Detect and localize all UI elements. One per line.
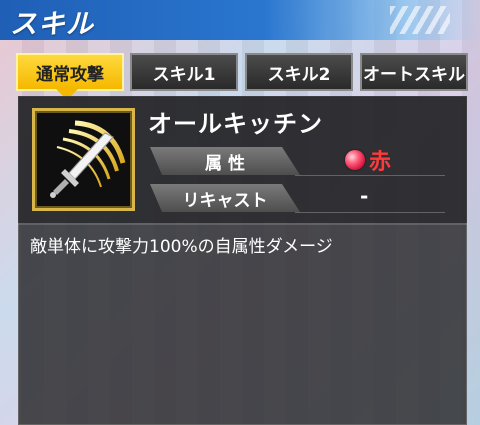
tab-label: オートスキル — [363, 64, 465, 85]
recast-label-text: リキャスト — [182, 190, 268, 211]
attribute-value-text: 赤 — [369, 150, 392, 175]
divider — [18, 223, 467, 225]
tab-auto-skill[interactable]: オートスキル — [360, 53, 468, 91]
attribute-label-text: 属 性 — [205, 153, 245, 174]
tab-label: スキル1 — [152, 64, 216, 85]
recast-value: - — [360, 184, 369, 208]
recast-label: リキャスト — [150, 184, 300, 212]
page-title: スキル — [10, 9, 94, 40]
header-decoration — [390, 6, 450, 34]
tab-normal-attack[interactable]: 通常攻撃 — [16, 53, 124, 91]
tab-skill-2[interactable]: スキル2 — [245, 53, 353, 91]
row-divider — [295, 212, 445, 213]
red-element-orb-icon — [345, 150, 365, 170]
tab-label: スキル2 — [267, 64, 331, 85]
tab-skill-1[interactable]: スキル1 — [130, 53, 238, 91]
skill-description: 敵単体に攻撃力100%の自属性ダメージ — [30, 237, 333, 257]
attribute-value: 赤 — [345, 144, 391, 176]
attribute-label: 属 性 — [150, 147, 300, 175]
sword-slash-icon — [32, 108, 135, 211]
tab-label: 通常攻撃 — [36, 64, 104, 85]
skill-name: オールキッチン — [148, 110, 323, 138]
header-bar: スキル — [0, 0, 480, 40]
